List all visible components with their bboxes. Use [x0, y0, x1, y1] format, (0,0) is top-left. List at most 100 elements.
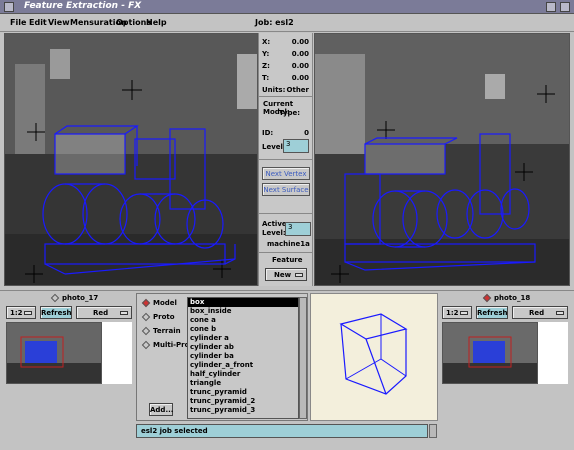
- right-photo-thumbnail[interactable]: [442, 322, 538, 384]
- divider: [259, 252, 312, 253]
- right-zoom-select[interactable]: 1:2: [442, 306, 472, 319]
- level-field[interactable]: 3: [283, 139, 309, 153]
- menu-help[interactable]: Help: [146, 18, 167, 27]
- dropdown-icon: [24, 311, 32, 315]
- right-photo-view[interactable]: [314, 33, 570, 286]
- right-color-select[interactable]: Red: [512, 306, 568, 319]
- list-item[interactable]: cylinder a: [188, 334, 298, 343]
- left-refresh-button[interactable]: Refresh: [40, 306, 72, 319]
- divider: [259, 213, 312, 214]
- feature-select-value: New: [274, 271, 292, 279]
- radio-icon: [141, 340, 151, 350]
- list-item[interactable]: half_cylinder: [188, 370, 298, 379]
- active-level-label: Level:: [262, 229, 286, 237]
- left-photo-title: photo_17: [50, 293, 99, 303]
- id-value: 0: [304, 129, 309, 137]
- feature-extraction-window: Feature Extraction - FX File Edit View M…: [0, 0, 574, 450]
- minimize-icon[interactable]: [546, 2, 556, 12]
- shape-list[interactable]: box box_inside cone a cone b cylinder a …: [187, 297, 299, 419]
- radio-model-label: Model: [153, 299, 177, 307]
- radio-icon: [141, 312, 151, 322]
- x-label: X:: [262, 38, 271, 46]
- right-photo-title: photo_18: [482, 293, 531, 303]
- left-color-value: Red: [93, 309, 109, 317]
- t-value: 0.00: [291, 74, 309, 82]
- dropdown-icon: [556, 311, 564, 315]
- list-item[interactable]: cone b: [188, 325, 298, 334]
- right-thumbnail-image: [443, 323, 537, 383]
- left-photo-image: [5, 34, 257, 285]
- photo-select-icon[interactable]: [50, 293, 60, 303]
- list-scrollbar[interactable]: [299, 297, 307, 419]
- units-value: Other: [286, 86, 309, 94]
- model-preview: [310, 293, 438, 421]
- menu-file[interactable]: File: [10, 18, 26, 27]
- thumbnail-margin: [538, 322, 568, 384]
- list-item[interactable]: cylinder_a_front: [188, 361, 298, 370]
- list-item[interactable]: trunc_pyramid_2: [188, 397, 298, 406]
- z-value: 0.00: [291, 62, 309, 70]
- active-label: Active: [262, 220, 287, 228]
- left-color-select[interactable]: Red: [76, 306, 132, 319]
- next-surface-button[interactable]: Next Surface: [262, 183, 310, 196]
- left-thumbnail-image: [7, 323, 101, 383]
- y-label: Y:: [262, 50, 270, 58]
- active-level-field[interactable]: 3: [285, 222, 311, 236]
- thumbnail-margin: [102, 322, 132, 384]
- divider: [259, 159, 312, 160]
- left-photo-thumbnail[interactable]: [6, 322, 102, 384]
- feature-select[interactable]: New: [265, 268, 307, 281]
- menu-bar: File Edit View Mensuration Options Help …: [0, 14, 574, 32]
- model-library-panel: Model Proto Terrain Multi-Proto Add... b…: [136, 293, 308, 421]
- list-item[interactable]: trunc_pyramid: [188, 388, 298, 397]
- menu-edit[interactable]: Edit: [29, 18, 47, 27]
- list-item[interactable]: cylinder ab: [188, 343, 298, 352]
- list-item[interactable]: cylinder ba: [188, 352, 298, 361]
- radio-terrain[interactable]: Terrain: [141, 326, 181, 336]
- list-item[interactable]: box: [188, 298, 298, 307]
- list-item[interactable]: triangle: [188, 379, 298, 388]
- radio-icon: [141, 326, 151, 336]
- cube-preview-image: [339, 313, 408, 395]
- photo-selected-icon[interactable]: [482, 293, 492, 303]
- right-refresh-button[interactable]: Refresh: [476, 306, 508, 319]
- t-label: T:: [262, 74, 270, 82]
- menu-view[interactable]: View: [48, 18, 70, 27]
- type-label: Type:: [279, 109, 301, 117]
- radio-proto-label: Proto: [153, 313, 175, 321]
- dropdown-icon: [295, 273, 303, 277]
- left-photo-name: photo_17: [62, 294, 99, 302]
- radio-proto[interactable]: Proto: [141, 312, 175, 322]
- units-label: Units:: [262, 86, 286, 94]
- info-panel: X: 0.00 Y: 0.00 Z: 0.00 T: 0.00 Units: O…: [258, 33, 313, 286]
- right-photo-name: photo_18: [494, 294, 531, 302]
- left-zoom-value: 1:2: [10, 309, 23, 317]
- right-photo-image: [315, 34, 569, 285]
- left-zoom-select[interactable]: 1:2: [6, 306, 36, 319]
- window-title: Feature Extraction - FX: [24, 1, 142, 11]
- radio-terrain-label: Terrain: [153, 327, 181, 335]
- radio-model[interactable]: Model: [141, 298, 177, 308]
- feature-label: Feature: [272, 256, 303, 264]
- status-bar: esl2 job selected: [136, 424, 428, 438]
- maximize-icon[interactable]: [560, 2, 570, 12]
- status-scrollbar[interactable]: [429, 424, 437, 438]
- right-color-value: Red: [529, 309, 545, 317]
- job-label: Job: esl2: [255, 18, 294, 27]
- add-button[interactable]: Add...: [149, 403, 173, 416]
- left-photo-view[interactable]: [4, 33, 258, 286]
- title-bar: Feature Extraction - FX: [0, 0, 574, 14]
- list-item[interactable]: box_inside: [188, 307, 298, 316]
- y-value: 0.00: [291, 50, 309, 58]
- list-item[interactable]: cone a: [188, 316, 298, 325]
- z-label: Z:: [262, 62, 270, 70]
- bottom-panel: photo_17 1:2 Refresh Red Model Proto Ter…: [0, 290, 574, 450]
- id-label: ID:: [262, 129, 274, 137]
- divider: [259, 96, 312, 97]
- radio-selected-icon: [141, 298, 151, 308]
- list-item[interactable]: trunc_pyramid_3: [188, 406, 298, 415]
- right-zoom-value: 1:2: [446, 309, 459, 317]
- window-menu-icon[interactable]: [4, 2, 14, 12]
- next-vertex-button[interactable]: Next Vertex: [262, 167, 310, 180]
- dropdown-icon: [460, 311, 468, 315]
